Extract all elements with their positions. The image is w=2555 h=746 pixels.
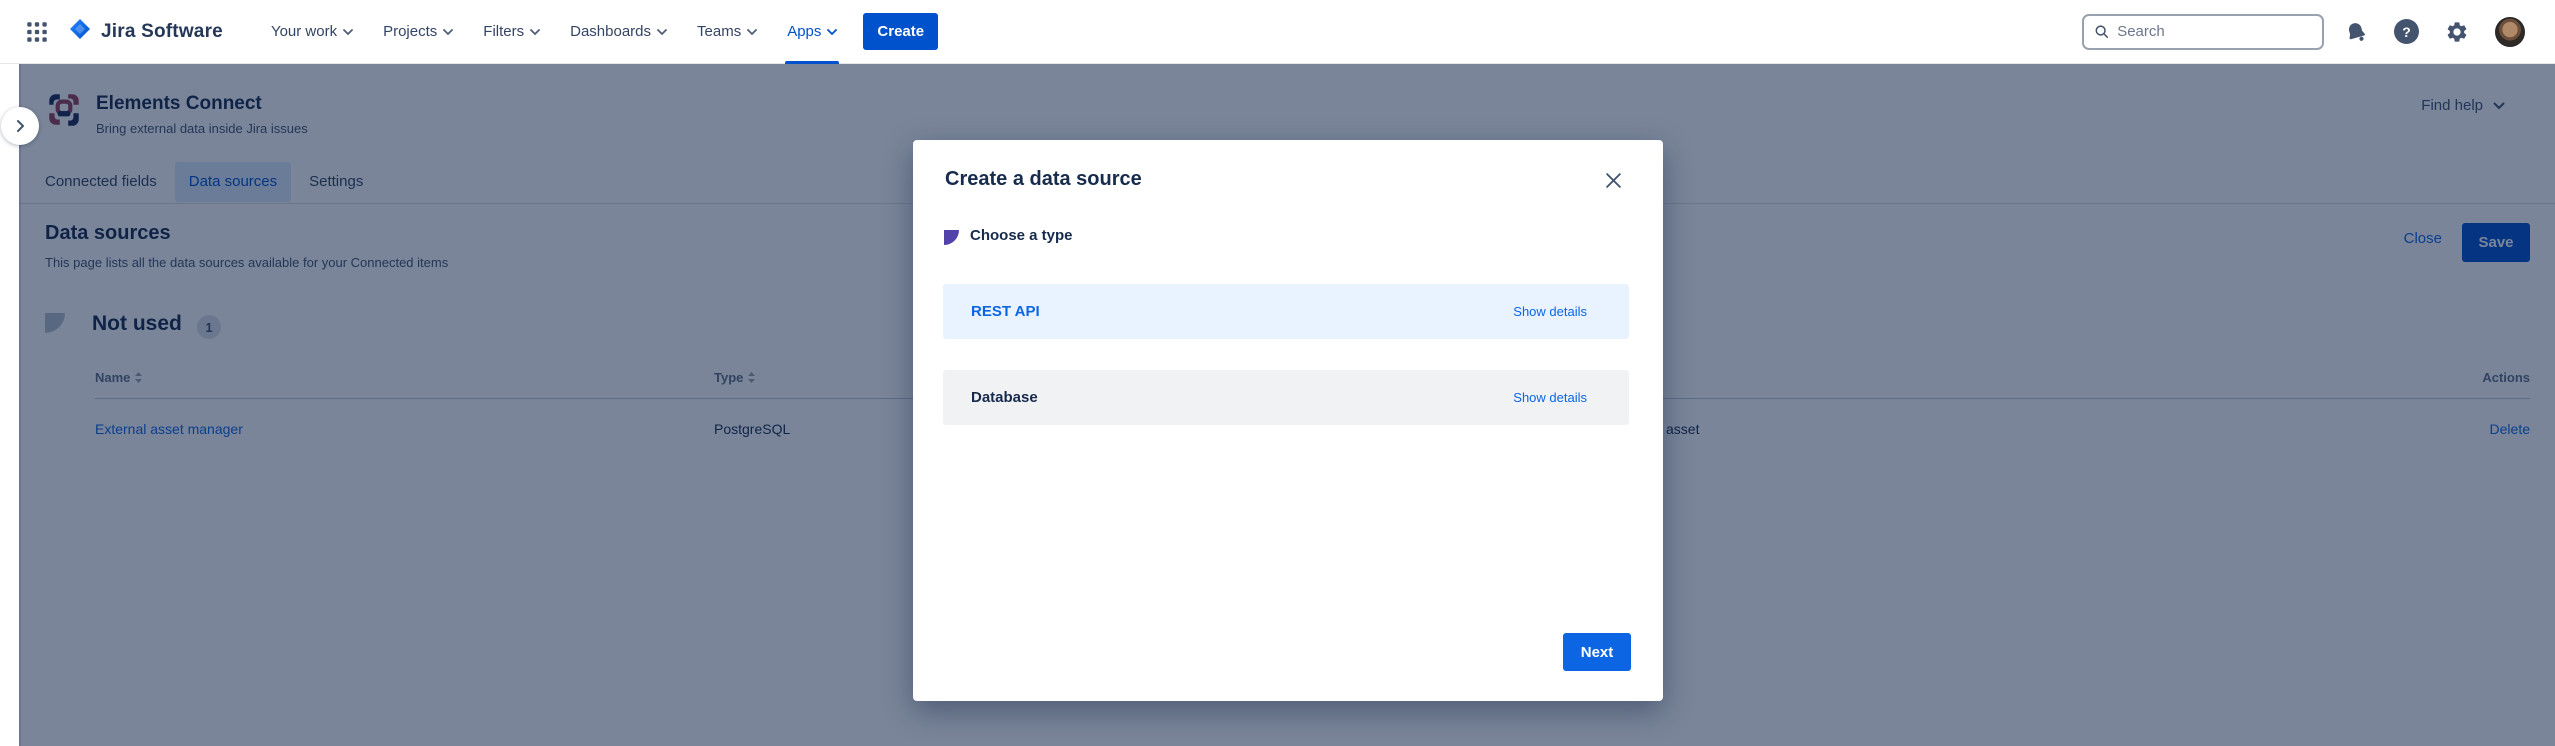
chevron-down-icon (747, 29, 757, 36)
primary-nav: Your work Projects Filters Dashboards Te… (259, 0, 849, 64)
screen: Jira Software Your work Projects Filters… (0, 0, 2555, 746)
nav-icon-group: ? (2344, 17, 2525, 47)
notifications-bell-icon[interactable] (2344, 20, 2368, 44)
rest-api-show-details-link[interactable]: Show details (1513, 304, 1587, 319)
help-icon[interactable]: ? (2394, 19, 2419, 44)
step-label: Choose a type (970, 227, 1073, 244)
nav-item-your-work[interactable]: Your work (259, 0, 365, 64)
option-database[interactable]: Database Show details (943, 370, 1629, 425)
option-rest-api-label: REST API (971, 303, 1040, 320)
chevron-right-icon (16, 119, 25, 133)
create-button[interactable]: Create (863, 13, 938, 50)
jira-logo[interactable]: Jira Software (68, 17, 223, 46)
search-box[interactable] (2082, 14, 2324, 50)
app-switcher-icon[interactable] (20, 15, 54, 49)
modal-title: Create a data source (945, 168, 1142, 191)
database-show-details-link[interactable]: Show details (1513, 390, 1587, 405)
search-icon (2094, 23, 2109, 40)
next-button[interactable]: Next (1563, 633, 1631, 671)
jira-logo-text: Jira Software (101, 21, 223, 43)
chevron-down-icon (443, 29, 453, 36)
chevron-down-icon (343, 29, 353, 36)
top-navigation: Jira Software Your work Projects Filters… (0, 0, 2555, 64)
sidebar-expand-button[interactable] (1, 107, 39, 145)
option-rest-api[interactable]: REST API Show details (943, 284, 1629, 339)
avatar-photo (2495, 17, 2525, 47)
jira-diamond-icon (68, 17, 92, 46)
nav-item-teams[interactable]: Teams (685, 0, 769, 64)
nav-item-projects[interactable]: Projects (371, 0, 465, 64)
nav-item-filters[interactable]: Filters (471, 0, 552, 64)
chevron-down-icon (530, 29, 540, 36)
search-input[interactable] (2117, 23, 2312, 40)
chevron-down-icon (657, 29, 667, 36)
close-icon[interactable] (1597, 164, 1629, 196)
user-avatar[interactable] (2495, 17, 2525, 47)
nav-item-apps[interactable]: Apps (775, 0, 849, 64)
create-data-source-modal: Create a data source Choose a type REST … (913, 140, 1663, 701)
option-database-label: Database (971, 389, 1038, 406)
collapsed-sidebar-strip (0, 64, 19, 746)
step-bullet-icon (944, 230, 959, 245)
chevron-down-icon (827, 29, 837, 36)
nav-item-dashboards[interactable]: Dashboards (558, 0, 679, 64)
settings-gear-icon[interactable] (2445, 20, 2469, 44)
